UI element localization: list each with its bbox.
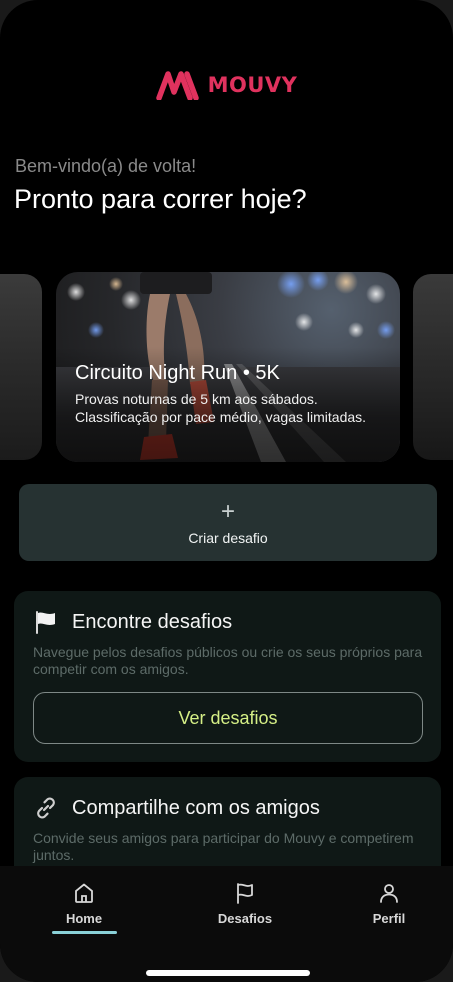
find-challenges-panel: Encontre desafios Navegue pelos desafios… [14, 591, 441, 762]
card-title: Circuito Night Run • 5K [75, 362, 280, 384]
plus-icon: + [220, 498, 235, 525]
brand-name: MOUVY [207, 73, 298, 97]
flag-icon [36, 611, 55, 634]
home-indicator[interactable] [146, 970, 310, 976]
flag-icon [237, 883, 253, 904]
create-challenge-button[interactable]: + Criar desafio [19, 484, 437, 561]
carousel-card-previous[interactable] [0, 274, 42, 460]
tab-home[interactable]: Home [34, 881, 134, 926]
share-title: Compartilhe com os amigos [72, 797, 320, 819]
tab-perfil[interactable]: Perfil [339, 881, 439, 926]
active-tab-indicator [52, 931, 117, 934]
share-description: Convide seus amigos para participar do M… [33, 830, 414, 863]
share-panel: Compartilhe com os amigos Convide seus a… [14, 777, 441, 872]
view-challenges-button[interactable]: Ver desafios [33, 692, 423, 744]
tab-home-label: Home [65, 911, 103, 926]
create-challenge-label: Criar desafio [188, 530, 268, 546]
carousel-card-active[interactable]: Circuito Night Run • 5K Provas noturnas … [56, 272, 400, 462]
app-screen: MOUVY Bem-vindo(a) de volta! Pronto para… [0, 0, 453, 982]
brand-logo: MOUVY [0, 70, 453, 100]
home-icon [75, 883, 93, 903]
welcome-text: Bem-vindo(a) de volta! [15, 156, 197, 176]
carousel-card-next[interactable] [413, 274, 453, 460]
page-title: Pronto para correr hoje? [14, 184, 307, 214]
tab-desafios-label: Desafios [217, 911, 273, 926]
user-icon [380, 884, 398, 903]
mouvy-logo-mark-icon [155, 71, 199, 100]
find-challenges-title: Encontre desafios [72, 611, 233, 633]
bottom-tab-bar: Home Desafios Perfil [0, 866, 453, 982]
tab-desafios[interactable]: Desafios [195, 881, 295, 926]
card-description: Provas noturnas de 5 km aos sábados. Cla… [75, 391, 367, 425]
tab-perfil-label: Perfil [372, 911, 406, 926]
link-icon [37, 797, 55, 819]
find-challenges-description: Navegue pelos desafios públicos ou crie … [33, 644, 423, 677]
challenge-carousel[interactable]: Circuito Night Run • 5K Provas noturnas … [0, 272, 453, 462]
